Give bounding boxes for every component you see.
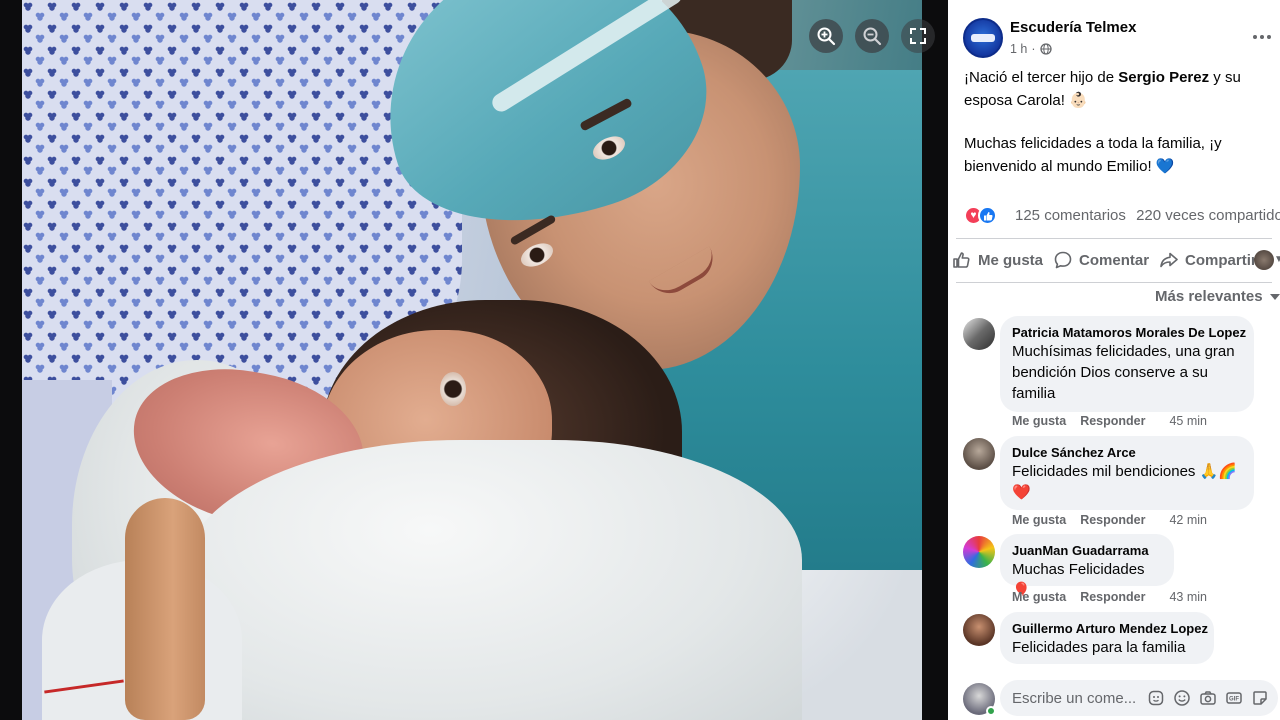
avatar-sticker-button[interactable] (1146, 688, 1166, 708)
share-label: Compartir (1185, 251, 1257, 269)
comment-bubble: Dulce Sánchez Arce Felicidades mil bendi… (1000, 436, 1254, 510)
comment-bubble: Patricia Matamoros Morales De Lopez Much… (1000, 316, 1254, 412)
camera-icon (1200, 691, 1216, 705)
more-options-icon[interactable] (1252, 24, 1272, 45)
share-button[interactable]: Compartir (1159, 250, 1257, 270)
white-blanket (182, 440, 802, 720)
online-status-dot (986, 706, 996, 716)
comment-reply-button[interactable]: Responder (1080, 590, 1145, 604)
gif-button[interactable]: GIF (1224, 688, 1244, 708)
like-reaction-icon (978, 206, 997, 225)
comment-time[interactable]: 43 min (1169, 590, 1207, 604)
like-label: Me gusta (978, 251, 1044, 269)
page-name[interactable]: Escudería Telmex (1010, 19, 1136, 36)
reaction-icons[interactable]: ♥ (964, 206, 997, 225)
mother-hand (125, 498, 205, 720)
page-logo (971, 34, 995, 42)
chevron-down-icon[interactable]: ▼ (1274, 254, 1280, 265)
woman-eye (440, 372, 466, 406)
comment-reply-button[interactable]: Responder (1080, 513, 1145, 527)
comment-label: Comentar (1079, 251, 1150, 269)
meta-separator: · (1031, 42, 1036, 56)
caret-down-icon (1269, 293, 1280, 300)
camera-button[interactable] (1198, 688, 1218, 708)
comment-actions: Me gusta Responder 42 min (1012, 513, 1207, 527)
comment-text: Muchísimas felicidades, una gran bendici… (1012, 343, 1235, 402)
zoom-out-button[interactable] (855, 19, 889, 53)
post-actions: Me gusta Comentar Compartir (952, 246, 1280, 274)
share-icon (1160, 252, 1178, 268)
post-meta: 1 h · (1010, 42, 1052, 56)
post-paragraph-2: Muchas felicidades a toda la familia, ¡y… (964, 135, 1222, 175)
mention-sergio-perez[interactable]: Sergio Perez (1118, 69, 1209, 86)
post-sidebar: Escudería Telmex 1 h · ¡Nació el tercer … (948, 0, 1280, 720)
comment-actions: Me gusta Responder 45 min (1012, 414, 1207, 428)
commenter-name[interactable]: JuanMan Guadarrama (1012, 542, 1162, 559)
avatar-sticker-icon (1148, 690, 1164, 706)
post-photo[interactable] (22, 0, 922, 720)
comment-time[interactable]: 45 min (1169, 414, 1207, 428)
fullscreen-button[interactable] (901, 19, 935, 53)
emoji-icon (1174, 690, 1190, 706)
comment-reply-button[interactable]: Responder (1080, 414, 1145, 428)
comment-text: Felicidades para la familia (1012, 639, 1186, 656)
shares-count[interactable]: 220 veces compartido (1136, 207, 1280, 224)
commenter-avatar[interactable] (963, 614, 995, 646)
commenter-name[interactable]: Dulce Sánchez Arce (1012, 444, 1242, 461)
divider (956, 282, 1272, 283)
sticker-button[interactable] (1250, 688, 1270, 708)
comment-input[interactable] (1012, 689, 1140, 707)
globe-icon (1039, 43, 1052, 55)
post-time[interactable]: 1 h (1010, 42, 1027, 56)
sort-label: Más relevantes (1155, 288, 1263, 305)
reaction-identity-avatar[interactable] (1254, 250, 1274, 270)
like-button[interactable]: Me gusta (952, 250, 1043, 270)
comment-bubble: Guillermo Arturo Mendez Lopez Felicidade… (1000, 612, 1214, 664)
comment-sort-dropdown[interactable]: Más relevantes (1155, 288, 1280, 305)
emoji-button[interactable] (1172, 688, 1192, 708)
comment-like-button[interactable]: Me gusta (1012, 414, 1066, 428)
zoom-in-icon (817, 27, 836, 46)
post-text: ¡Nació el tercer hijo de Sergio Perez y … (964, 66, 1276, 178)
comment-like-button[interactable]: Me gusta (1012, 590, 1066, 604)
comment-like-button[interactable]: Me gusta (1012, 513, 1066, 527)
photo-viewer (0, 0, 948, 720)
commenter-name[interactable]: Guillermo Arturo Mendez Lopez (1012, 620, 1208, 637)
post-paragraph-1: ¡Nació el tercer hijo de Sergio Perez y … (964, 69, 1241, 109)
commenter-avatar[interactable] (963, 438, 995, 470)
engagement-counts: 125 comentarios 220 veces compartido (1015, 207, 1280, 224)
zoom-in-button[interactable] (809, 19, 843, 53)
comment-input-box[interactable]: GIF (1000, 680, 1278, 716)
sticker-icon (1253, 691, 1267, 705)
fullscreen-icon (910, 28, 926, 44)
comment-button[interactable]: Comentar (1053, 250, 1149, 270)
comment-actions: Me gusta Responder 43 min (1012, 590, 1207, 604)
svg-text:GIF: GIF (1229, 697, 1239, 703)
divider (956, 238, 1272, 239)
comment-text: Felicidades mil bendiciones 🙏🌈 ❤️ (1012, 463, 1237, 501)
zoom-out-icon (863, 27, 882, 46)
commenter-name[interactable]: Patricia Matamoros Morales De Lopez (1012, 324, 1246, 341)
page-avatar[interactable] (963, 18, 1003, 58)
commenter-avatar[interactable] (963, 536, 995, 568)
comment-time[interactable]: 42 min (1169, 513, 1207, 527)
comment-composer: GIF (948, 676, 1280, 720)
comment-bubble: JuanMan Guadarrama Muchas Felicidades 🎈 (1000, 534, 1174, 599)
comments-count[interactable]: 125 comentarios (1015, 207, 1126, 224)
thumbs-up-icon (953, 252, 970, 268)
comment-icon (1054, 251, 1072, 269)
commenter-avatar[interactable] (963, 318, 995, 350)
gif-icon: GIF (1226, 692, 1242, 704)
